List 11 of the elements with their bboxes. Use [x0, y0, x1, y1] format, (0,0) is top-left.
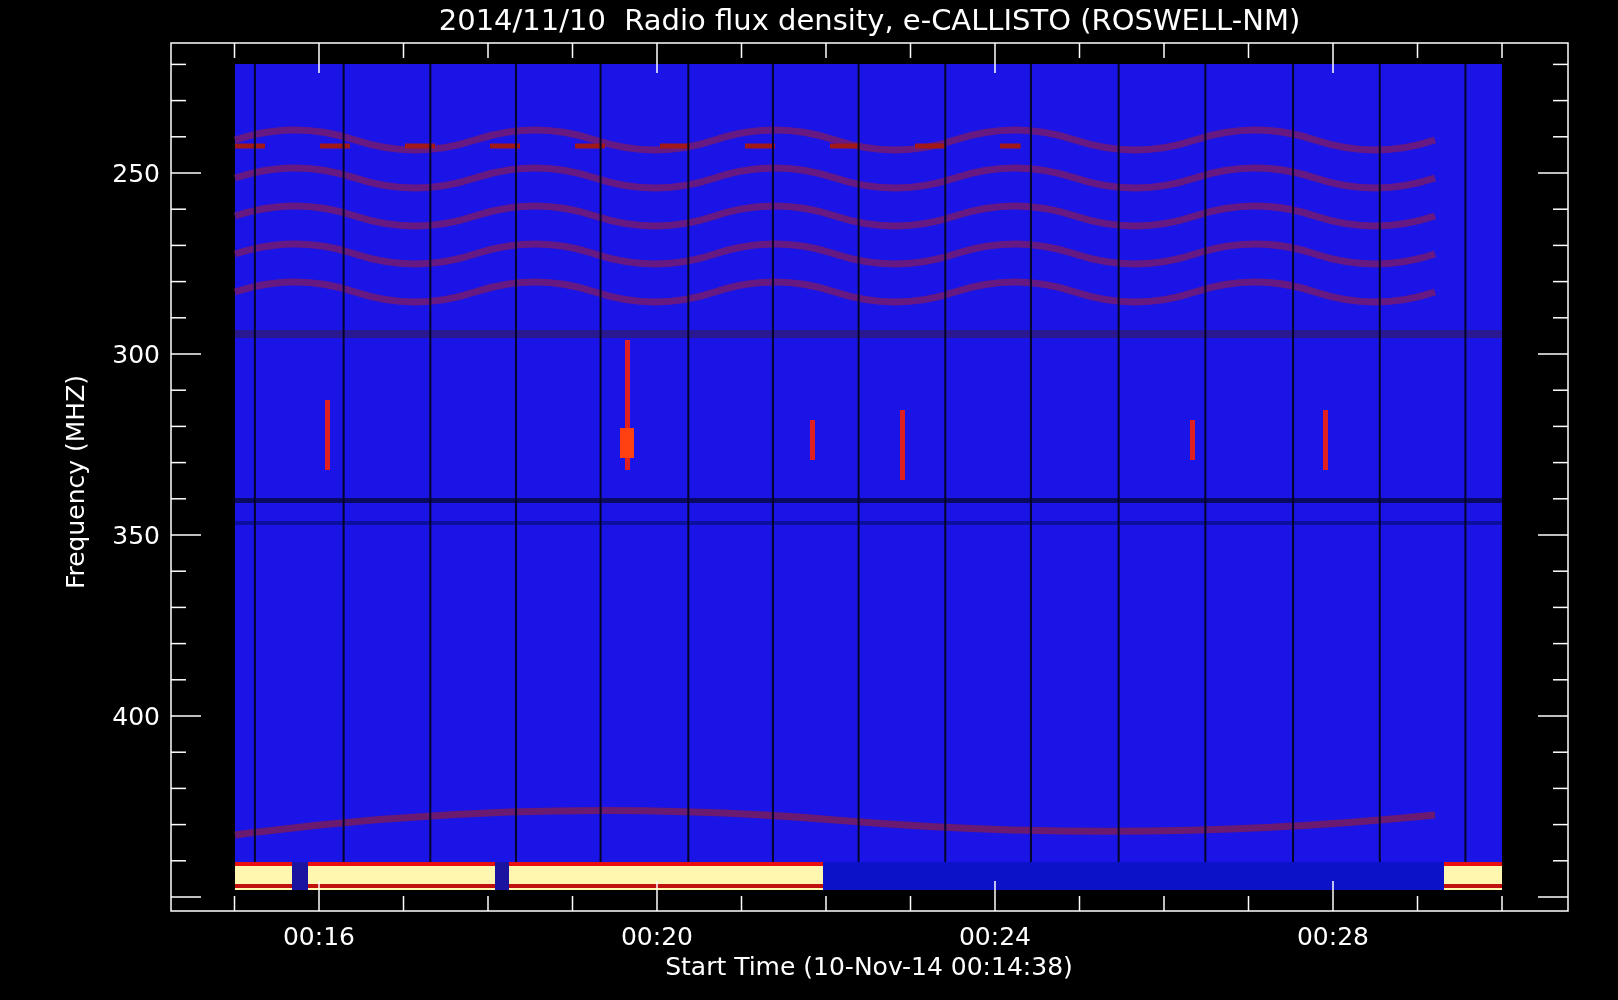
x-tick-label: 00:16: [283, 922, 355, 951]
x-tick-label: 00:24: [959, 922, 1031, 951]
y-tick-label: 350: [112, 521, 160, 550]
x-tick-label: 00:28: [1297, 922, 1369, 951]
x-tick-label: 00:20: [621, 922, 693, 951]
y-tick-label: 400: [112, 702, 160, 731]
y-tick-label: 300: [112, 340, 160, 369]
chart-title: 2014/11/10 Radio flux density, e-CALLISTO (ROSWELL-NM): [438, 3, 1301, 37]
x-axis-label: Start Time (10-Nov-14 00:14:38): [665, 952, 1073, 981]
y-axis-label: Frequency (MHZ): [61, 374, 90, 590]
y-tick-label: 250: [112, 159, 160, 188]
